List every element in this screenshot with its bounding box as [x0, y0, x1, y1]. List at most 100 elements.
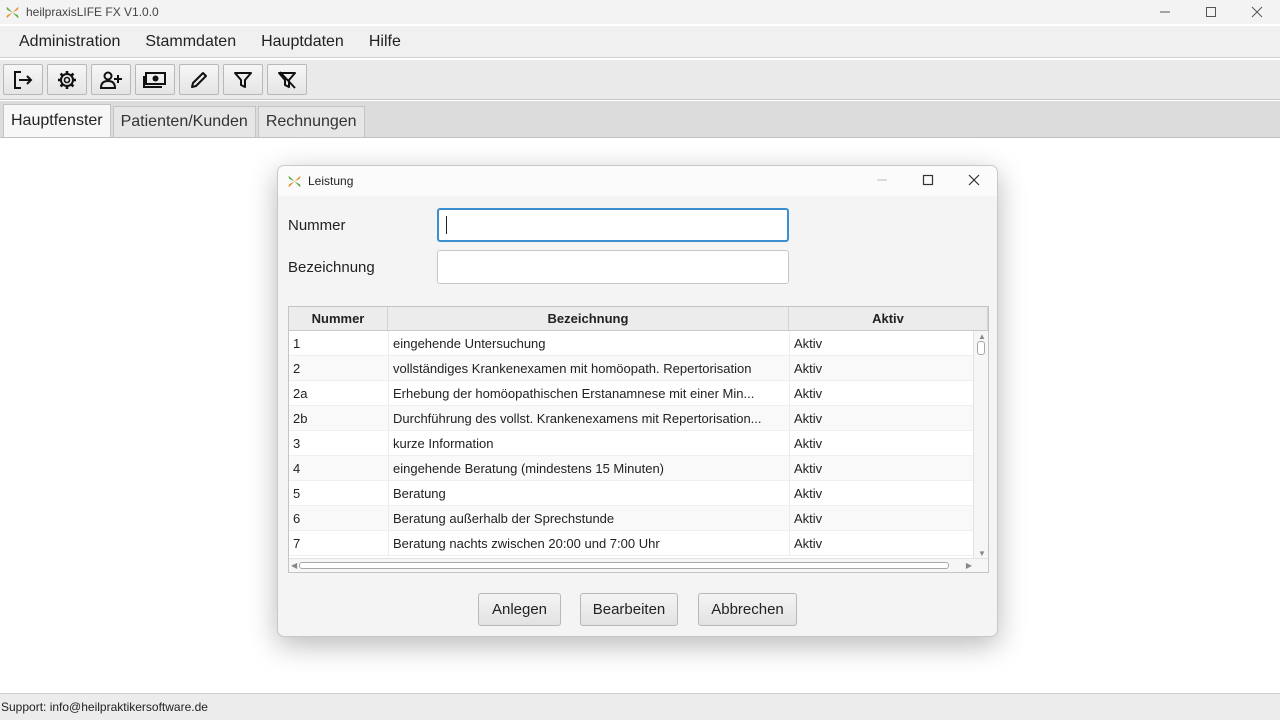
- cell-bezeichnung: eingehende Untersuchung: [388, 331, 789, 355]
- cell-aktiv: Aktiv: [789, 356, 975, 380]
- cell-nummer: 3: [293, 435, 301, 451]
- cell-bezeichnung: vollständiges Krankenexamen mit homöopat…: [388, 356, 789, 380]
- cell-bezeichnung: Durchführung des vollst. Krankenexamens …: [388, 406, 789, 430]
- menu-administration[interactable]: Administration: [1, 33, 132, 51]
- cell-nummer: 6: [293, 510, 301, 526]
- add-user-icon: [99, 71, 122, 89]
- leistungen-table: Nummer Bezeichnung Aktiv 1 eingehende Un…: [288, 306, 989, 573]
- scroll-right-arrow-icon[interactable]: ▶: [966, 562, 972, 570]
- maximize-button[interactable]: [1188, 0, 1234, 24]
- menu-hilfe[interactable]: Hilfe: [357, 33, 413, 51]
- scroll-left-arrow-icon[interactable]: ◀: [291, 562, 297, 570]
- anlegen-button[interactable]: Anlegen: [478, 593, 561, 626]
- logout-icon: [14, 70, 33, 89]
- logout-button[interactable]: [3, 64, 43, 95]
- horizontal-scrollbar[interactable]: ◀ ▶: [289, 558, 988, 572]
- column-header-bezeichnung[interactable]: Bezeichnung: [388, 307, 789, 330]
- abbrechen-button[interactable]: Abbrechen: [698, 593, 797, 626]
- menu-bar: Administration Stammdaten Hauptdaten Hil…: [0, 26, 1280, 58]
- edit-button[interactable]: [179, 64, 219, 95]
- cell-nummer: 7: [293, 535, 301, 551]
- cell-bezeichnung: eingehende Beratung (mindestens 15 Minut…: [388, 456, 789, 480]
- cell-bezeichnung: Beratung außerhalb der Sprechstunde: [388, 506, 789, 530]
- dialog-titlebar: Leistung: [278, 166, 997, 196]
- cell-bezeichnung: Beratung nachts zwischen 20:00 und 7:00 …: [388, 531, 789, 555]
- minimize-button[interactable]: [1142, 0, 1188, 24]
- tab-bar: Hauptfenster Patienten/Kunden Rechnungen: [0, 101, 1280, 138]
- cell-aktiv: Aktiv: [789, 431, 975, 455]
- close-button[interactable]: [1234, 0, 1280, 24]
- maximize-icon: [922, 174, 934, 186]
- minimize-icon: [1160, 11, 1170, 13]
- nummer-label: Nummer: [288, 217, 346, 234]
- window-titlebar: heilpraxisLIFE FX V1.0.0: [0, 0, 1280, 24]
- scroll-down-arrow-icon[interactable]: ▼: [978, 550, 986, 558]
- cell-nummer: 1: [293, 335, 301, 351]
- bearbeiten-button[interactable]: Bearbeiten: [580, 593, 678, 626]
- column-header-aktiv[interactable]: Aktiv: [789, 307, 988, 330]
- dialog-title: Leistung: [308, 174, 354, 188]
- cell-aktiv: Aktiv: [789, 456, 975, 480]
- text-caret: [446, 216, 447, 234]
- cell-aktiv: Aktiv: [789, 531, 975, 555]
- table-row[interactable]: 5 Beratung Aktiv: [289, 481, 975, 506]
- close-icon: [1251, 6, 1263, 18]
- close-icon: [968, 174, 980, 186]
- cell-nummer: 5: [293, 485, 301, 501]
- table-row[interactable]: 7 Beratung nachts zwischen 20:00 und 7:0…: [289, 531, 975, 556]
- table-row[interactable]: 2 vollständiges Krankenexamen mit homöop…: [289, 356, 975, 381]
- table-row[interactable]: 4 eingehende Beratung (mindestens 15 Min…: [289, 456, 975, 481]
- menu-stammdaten[interactable]: Stammdaten: [133, 33, 248, 51]
- dialog-close-button[interactable]: [951, 166, 997, 194]
- cell-nummer: 2: [293, 360, 301, 376]
- money-button[interactable]: [135, 64, 175, 95]
- settings-gear-icon: [58, 70, 76, 89]
- toolbar: [0, 60, 1280, 100]
- cell-nummer: 2a: [293, 385, 308, 401]
- cell-bezeichnung: Beratung: [388, 481, 789, 505]
- maximize-icon: [1206, 7, 1216, 17]
- column-header-nummer[interactable]: Nummer: [289, 307, 388, 330]
- leistung-dialog: Leistung Nummer Bezeichnung Nummer Bezei…: [277, 165, 998, 637]
- cell-bezeichnung: Erhebung der homöopathischen Erstanamnes…: [388, 381, 789, 405]
- vertical-scrollbar[interactable]: ▲ ▼: [973, 331, 988, 560]
- tab-rechnungen[interactable]: Rechnungen: [257, 106, 365, 137]
- minimize-icon: [877, 179, 887, 181]
- cell-aktiv: Aktiv: [789, 506, 975, 530]
- dialog-logo-icon: [287, 174, 302, 189]
- bezeichnung-input[interactable]: [437, 250, 789, 284]
- window-title: heilpraxisLIFE FX V1.0.0: [26, 5, 159, 19]
- table-row[interactable]: 1 eingehende Untersuchung Aktiv: [289, 331, 975, 356]
- table-row[interactable]: 2a Erhebung der homöopathischen Erstanam…: [289, 381, 975, 406]
- bezeichnung-label: Bezeichnung: [288, 259, 375, 276]
- edit-pencil-icon: [191, 71, 207, 88]
- table-header: Nummer Bezeichnung Aktiv: [289, 307, 988, 331]
- table-row[interactable]: 2b Durchführung des vollst. Krankenexame…: [289, 406, 975, 431]
- support-text: Support: info@heilpraktikersoftware.de: [1, 700, 208, 714]
- vertical-scroll-thumb[interactable]: [977, 341, 985, 355]
- settings-button[interactable]: [47, 64, 87, 95]
- table-body: 1 eingehende Untersuchung Aktiv 2 vollst…: [289, 331, 975, 560]
- cell-aktiv: Aktiv: [789, 481, 975, 505]
- cell-nummer: 2b: [293, 410, 308, 426]
- dialog-minimize-button[interactable]: [859, 166, 905, 194]
- table-row[interactable]: 6 Beratung außerhalb der Sprechstunde Ak…: [289, 506, 975, 531]
- tab-patienten-kunden[interactable]: Patienten/Kunden: [112, 106, 256, 137]
- nummer-input[interactable]: [437, 208, 789, 242]
- filter-button[interactable]: [223, 64, 263, 95]
- dialog-maximize-button[interactable]: [905, 166, 951, 194]
- money-icon: [143, 71, 166, 88]
- add-user-button[interactable]: [91, 64, 131, 95]
- cell-bezeichnung: kurze Information: [388, 431, 789, 455]
- cell-nummer: 4: [293, 460, 301, 476]
- tab-hauptfenster[interactable]: Hauptfenster: [3, 104, 111, 137]
- cell-aktiv: Aktiv: [789, 331, 975, 355]
- menu-hauptdaten[interactable]: Hauptdaten: [249, 33, 356, 51]
- app-logo-icon: [4, 4, 20, 20]
- table-row[interactable]: 3 kurze Information Aktiv: [289, 431, 975, 456]
- status-bar: Support: info@heilpraktikersoftware.de: [0, 693, 1280, 720]
- clear-filter-button[interactable]: [267, 64, 307, 95]
- horizontal-scroll-thumb[interactable]: [299, 562, 949, 569]
- scroll-up-arrow-icon[interactable]: ▲: [978, 333, 986, 341]
- cell-aktiv: Aktiv: [789, 381, 975, 405]
